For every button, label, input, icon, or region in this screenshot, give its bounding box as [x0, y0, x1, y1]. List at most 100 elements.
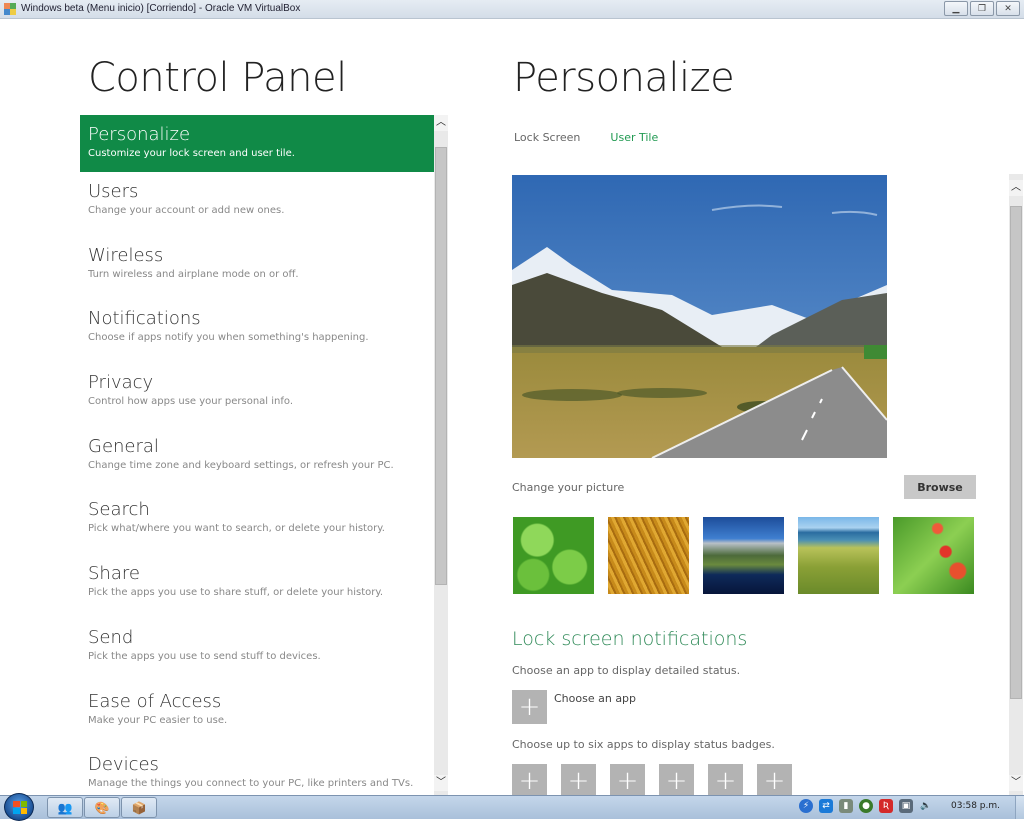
plus-icon: + — [714, 766, 737, 795]
nav-item-label: Search — [88, 499, 150, 521]
window-titlebar: Windows beta (Menu inicio) [Corriendo] -… — [0, 0, 1024, 19]
plus-icon: + — [518, 766, 541, 795]
virtualbox-app-icon: 📦 — [131, 800, 147, 815]
thumbnail-red-flowers[interactable] — [893, 517, 974, 594]
badge-slot-button[interactable]: + — [610, 764, 645, 795]
taskbar-users-app[interactable]: 👥 — [47, 797, 83, 818]
nav-item-search[interactable]: Search Pick what/where you want to searc… — [80, 490, 435, 554]
nav-item-desc: Control how apps use your personal info. — [88, 396, 294, 408]
nav-item-desc: Change time zone and keyboard settings, … — [88, 459, 394, 471]
choose-detailed-app-button[interactable]: + — [512, 690, 547, 724]
nav-item-desc: Manage the things you connect to your PC… — [88, 778, 414, 790]
plus-icon: + — [616, 766, 639, 795]
nav-item-label: Privacy — [88, 372, 154, 394]
badge-slot-button[interactable]: + — [659, 764, 694, 795]
nav-item-label: Devices — [88, 754, 159, 776]
nav-item-label: Personalize — [88, 124, 191, 145]
network-globe-icon[interactable]: ● — [859, 799, 873, 813]
scrollbar-thumb[interactable] — [1010, 206, 1022, 699]
thumbnail-coastal-hills[interactable] — [798, 517, 879, 594]
nav-item-share[interactable]: Share Pick the apps you use to share stu… — [80, 554, 435, 618]
nav-item-desc: Pick the apps you use to share stuff, or… — [88, 587, 384, 599]
badge-slot-button[interactable]: + — [561, 764, 596, 795]
nav-item-desc: Turn wireless and airplane mode on or of… — [88, 268, 299, 280]
plus-icon: + — [518, 692, 541, 722]
scroll-up-arrow-icon[interactable]: ︿ — [434, 115, 448, 131]
nav-item-desc: Pick what/where you want to search, or d… — [88, 523, 385, 535]
nav-item-desc: Change your account or add new ones. — [88, 205, 285, 216]
start-button[interactable] — [4, 793, 34, 821]
nav-item-privacy[interactable]: Privacy Control how apps use your person… — [80, 363, 435, 427]
nav-item-label: Users — [88, 181, 139, 202]
control-panel-title: Control Panel — [88, 55, 347, 101]
system-tray: ⚡ ⇄ ▮ ● Ʀ ▣ 🔈 03:58 p.m. — [799, 799, 1014, 813]
nav-item-users[interactable]: Users Change your account or add new one… — [80, 172, 435, 236]
minimize-icon: ▁ — [952, 3, 960, 14]
lock-screen-notifications-heading: Lock screen notifications — [512, 628, 748, 650]
nav-item-label: Send — [88, 626, 134, 648]
taskbar-paint-app[interactable]: 🎨 — [84, 797, 120, 818]
badge-slot-button[interactable]: + — [757, 764, 792, 795]
scroll-down-arrow-icon[interactable]: ﹀ — [1009, 775, 1023, 791]
change-picture-label: Change your picture — [512, 481, 625, 494]
paint-app-icon: 🎨 — [94, 800, 110, 815]
nav-item-general[interactable]: General Change time zone and keyboard se… — [80, 427, 435, 491]
nav-scrollbar[interactable]: ︿ ﹀ — [434, 115, 448, 795]
avira-icon[interactable]: Ʀ — [879, 799, 893, 813]
tab-user-tile[interactable]: User Tile — [610, 131, 658, 144]
nav-item-desc: Pick the apps you use to send stuff to d… — [88, 650, 321, 662]
nav-item-send[interactable]: Send Pick the apps you use to send stuff… — [80, 618, 435, 682]
badge-slot-button[interactable]: + — [708, 764, 743, 795]
scroll-down-arrow-icon[interactable]: ﹀ — [434, 775, 448, 791]
users-app-icon: 👥 — [57, 800, 73, 815]
settings-nav: Personalize Customize your lock screen a… — [80, 115, 435, 795]
nav-item-desc: Make your PC easier to use. — [88, 714, 228, 726]
nav-item-devices[interactable]: Devices Manage the things you connect to… — [80, 745, 435, 795]
scroll-up-arrow-icon[interactable]: ︿ — [1009, 180, 1023, 196]
lock-screen-preview-image — [512, 175, 887, 458]
thumbnail-golden-grass[interactable] — [608, 517, 689, 594]
plus-icon: + — [763, 766, 786, 795]
nav-item-label: Wireless — [88, 244, 164, 266]
detailed-status-desc: Choose an app to display detailed status… — [512, 664, 741, 677]
close-icon: ✕ — [1004, 3, 1012, 14]
window-title: Windows beta (Menu inicio) [Corriendo] -… — [21, 3, 301, 14]
browse-button[interactable]: Browse — [904, 475, 976, 499]
nav-item-notifications[interactable]: Notifications Choose if apps notify you … — [80, 299, 435, 363]
nav-item-wireless[interactable]: Wireless Turn wireless and airplane mode… — [80, 236, 435, 300]
badge-slot-button[interactable]: + — [512, 764, 547, 795]
minimize-button[interactable]: ▁ — [944, 1, 968, 16]
network-icon[interactable]: ▣ — [899, 799, 913, 813]
thumbnail-clover[interactable] — [513, 517, 594, 594]
nav-item-label: Ease of Access — [88, 690, 222, 712]
usb-device-icon[interactable]: ▮ — [839, 799, 853, 813]
close-button[interactable]: ✕ — [996, 1, 1020, 16]
windows-logo-icon — [13, 801, 27, 814]
nav-item-label: Share — [88, 563, 140, 585]
plus-icon: + — [665, 766, 688, 795]
show-desktop-button[interactable] — [1015, 796, 1024, 819]
nav-item-personalize[interactable]: Personalize Customize your lock screen a… — [80, 115, 435, 172]
thumbnail-mountain-lake[interactable] — [703, 517, 784, 594]
virtualbox-icon — [4, 3, 16, 15]
nav-item-label: General — [88, 435, 159, 457]
nav-item-ease-of-access[interactable]: Ease of Access Make your PC easier to us… — [80, 682, 435, 746]
scrollbar-thumb[interactable] — [435, 147, 447, 585]
nav-item-desc: Choose if apps notify you when something… — [88, 332, 369, 344]
nav-item-desc: Customize your lock screen and user tile… — [88, 148, 295, 159]
content-scrollbar[interactable]: ︿ ﹀ — [1009, 174, 1023, 795]
personalize-title: Personalize — [513, 55, 735, 101]
taskbar-virtualbox-app[interactable]: 📦 — [121, 797, 157, 818]
tab-lock-screen[interactable]: Lock Screen — [514, 131, 580, 144]
personalize-tabs: Lock Screen User Tile — [514, 131, 658, 144]
badge-app-slots: + + + + + + — [512, 764, 792, 795]
choose-an-app-label: Choose an app — [554, 692, 637, 705]
clock[interactable]: 03:58 p.m. — [951, 801, 1000, 811]
status-badges-desc: Choose up to six apps to display status … — [512, 738, 775, 751]
restore-button[interactable]: ❐ — [970, 1, 994, 16]
teamviewer-icon[interactable]: ⇄ — [819, 799, 833, 813]
picture-thumbnails — [513, 517, 974, 594]
restore-icon: ❐ — [977, 3, 987, 14]
shield-blue-icon[interactable]: ⚡ — [799, 799, 813, 813]
volume-icon[interactable]: 🔈 — [919, 799, 933, 813]
